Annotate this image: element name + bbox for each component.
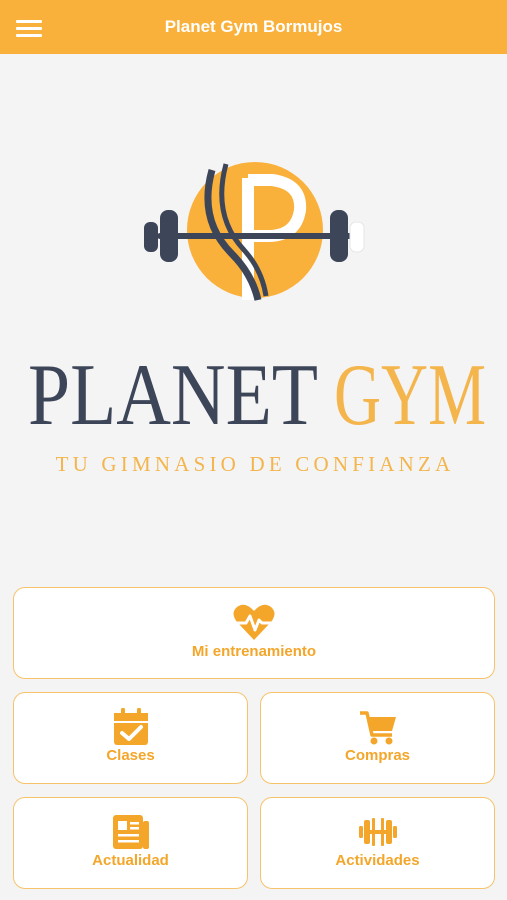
news-button[interactable]: Actualidad [13,797,248,889]
news-label: Actualidad [92,852,169,869]
cart-icon [359,711,396,745]
activities-label: Actividades [335,852,420,869]
page-title: Planet Gym Bormujos [164,17,343,36]
shop-button[interactable]: Compras [260,692,495,784]
app-header: Planet Gym Bormujos [0,0,507,54]
tagline: TU GIMNASIO DE CONFIANZA [55,452,455,476]
brand-wordmark: PLANET GYM [28,347,486,430]
gym-logo: PLANET GYM TU GIMNASIO DE CONFIANZA [0,140,507,490]
heartbeat-icon [233,604,275,640]
calendar-check-icon [113,708,148,745]
brand-name-accent: GYM [334,347,486,430]
activities-button[interactable]: Actividades [260,797,495,889]
classes-label: Clases [106,747,155,764]
classes-button[interactable]: Clases [13,692,248,784]
barbell-p-logo [144,162,365,301]
training-button[interactable]: Mi entrenamiento [13,587,495,679]
newspaper-icon [112,815,149,849]
shop-label: Compras [344,747,411,764]
training-label: Mi entrenamiento [191,643,317,660]
dumbbell-icon [358,818,397,846]
brand-name-dark: PLANET [28,347,318,430]
